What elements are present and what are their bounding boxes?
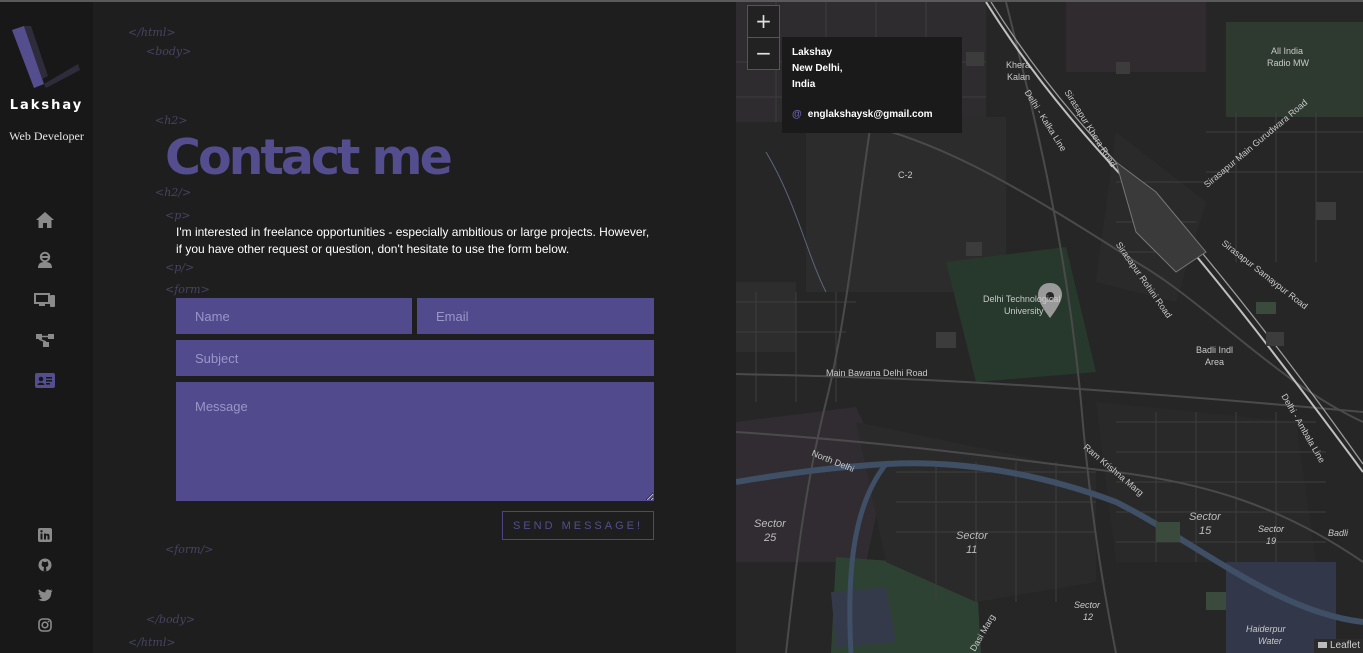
subject-input[interactable] (176, 340, 654, 376)
tag-form-open: <form> (165, 283, 210, 296)
info-email-row: @ englakshaysk@gmail.com (792, 109, 933, 120)
linkedin-icon[interactable] (36, 526, 54, 544)
tag-html-close-bottom: </html> (128, 636, 176, 649)
map-label-sector-25-a: Sector (754, 518, 786, 530)
map-label-dtu-1: Delhi Technological (983, 294, 1061, 304)
send-message-button[interactable]: SEND MESSAGE! (502, 511, 654, 540)
tag-p-open: <p> (165, 209, 191, 222)
page-title: Contact me (165, 129, 453, 186)
nav-contact-icon[interactable] (33, 368, 57, 392)
github-icon[interactable] (36, 556, 54, 574)
map-label-sector-19-b: 19 (1266, 536, 1277, 546)
intro-text: I'm interested in freelance opportunitie… (176, 225, 650, 256)
zoom-control: + − (747, 5, 780, 70)
zoom-out-button[interactable]: − (748, 38, 779, 69)
map-label-khera-1: Khera (1006, 60, 1031, 70)
map-label-dtu-2: University (1004, 306, 1044, 316)
map-label-sector-25-b: 25 (764, 532, 777, 544)
tag-h2-open: <h2> (155, 114, 188, 127)
sidebar: Lakshay Web Developer (0, 2, 93, 653)
tag-html-close: </html> (128, 26, 176, 39)
contact-info-box: Lakshay New Delhi, India @ englakshaysk@g… (782, 37, 962, 133)
nav-about-icon[interactable] (33, 248, 57, 272)
message-textarea[interactable] (176, 382, 654, 501)
map-label-badli: Badli (1328, 528, 1349, 538)
nav-home-icon[interactable] (33, 208, 57, 232)
info-city: New Delhi, (792, 63, 843, 74)
map-label-main-bawana: Main Bawana Delhi Road (826, 368, 928, 378)
map-attribution[interactable]: Leaflet (1313, 639, 1363, 653)
nav-work-icon[interactable] (33, 328, 57, 352)
map-label-c2: C-2 (898, 170, 913, 180)
map-label-khera-2: Kalan (1007, 72, 1031, 82)
info-email[interactable]: englakshaysk@gmail.com (808, 109, 933, 120)
tag-form-close: <form/> (165, 543, 214, 556)
map-label-sector-15-b: 15 (1199, 525, 1212, 537)
tag-p-close: <p/> (165, 261, 195, 274)
brand-name: Lakshay (9, 98, 84, 113)
map-label-sector-15-a: Sector (1189, 511, 1221, 523)
map-label-badli-indl: Badli Indl (1196, 345, 1234, 355)
info-name: Lakshay (792, 47, 833, 58)
map-label-sector-11-b: 11 (966, 544, 978, 556)
at-icon: @ (792, 109, 802, 120)
leaflet-flag-icon (1317, 642, 1327, 649)
leaflet-link[interactable]: Leaflet (1330, 640, 1360, 651)
email-input[interactable] (417, 298, 654, 334)
nav-skills-icon[interactable] (33, 288, 57, 312)
map-label-sector-11-a: Sector (956, 530, 988, 542)
map[interactable]: + − Lakshay New Delhi, India @ englakshay… (736, 2, 1363, 653)
info-country: India (792, 79, 816, 90)
logo-icon[interactable] (8, 24, 82, 90)
map-label-haiderpur-1: Haiderpur (1246, 624, 1286, 634)
name-input[interactable] (176, 298, 412, 334)
instagram-icon[interactable] (36, 616, 54, 634)
map-label-radio-1: All India (1271, 46, 1304, 56)
map-label-radio-2: Radio MW (1267, 58, 1310, 68)
tag-body-open: <body> (146, 45, 192, 58)
map-label-sector-12-b: 12 (1083, 612, 1094, 622)
tag-body-close: </body> (146, 613, 196, 626)
map-label-sector-19-a: Sector (1258, 524, 1285, 534)
map-label-badli-area: Area (1205, 357, 1225, 367)
twitter-icon[interactable] (36, 586, 54, 604)
brand-subtitle: Web Developer (9, 129, 84, 143)
map-label-haiderpur-2: Water (1258, 636, 1282, 646)
zoom-in-button[interactable]: + (748, 6, 779, 37)
map-label-sector-12-a: Sector (1074, 600, 1101, 610)
